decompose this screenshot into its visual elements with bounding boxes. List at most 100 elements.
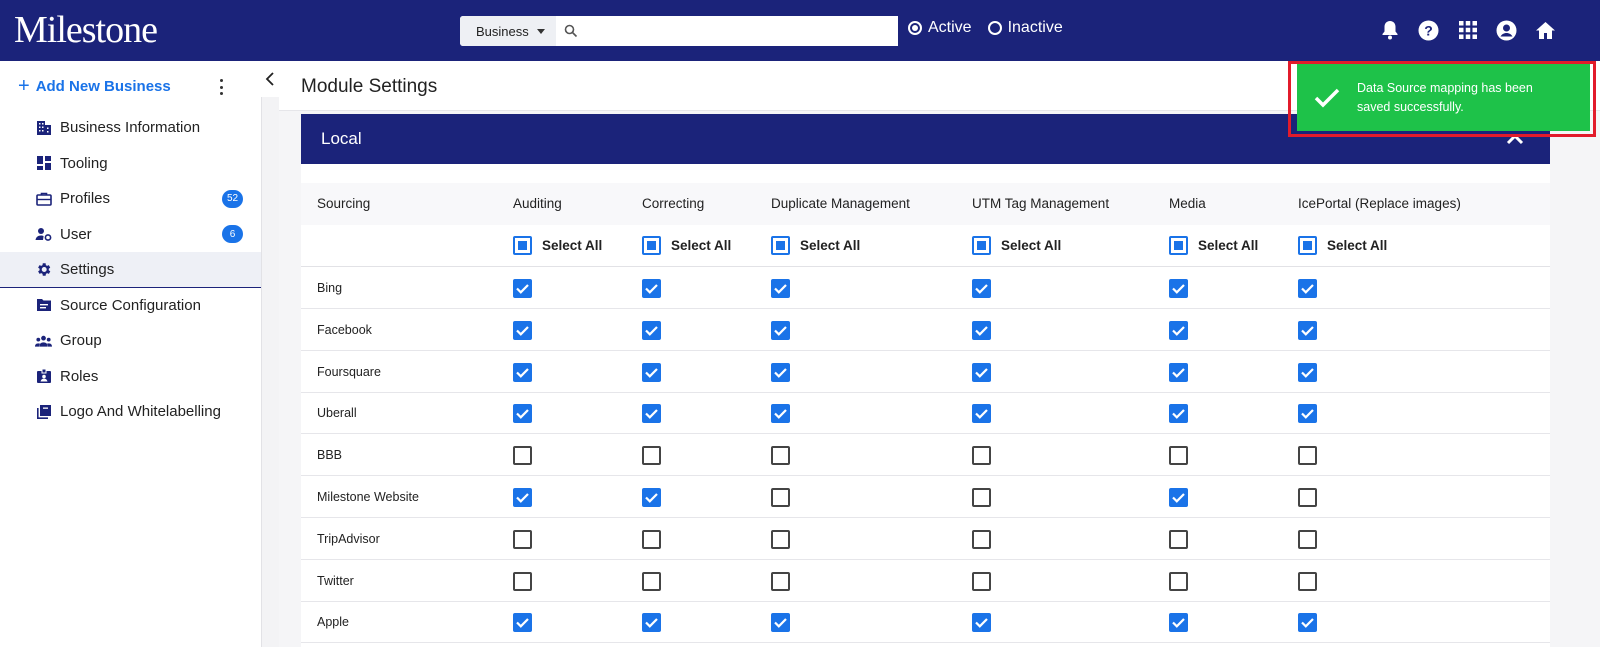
module-checkbox[interactable]	[1298, 488, 1317, 507]
module-checkbox[interactable]	[1298, 320, 1317, 340]
select-all-label: Select All	[1327, 238, 1388, 253]
select-all-label: Select All	[1001, 238, 1062, 253]
module-checkbox[interactable]	[513, 404, 532, 424]
module-checkbox[interactable]	[1169, 279, 1188, 298]
module-checkbox[interactable]	[972, 488, 991, 507]
module-checkbox[interactable]	[1298, 529, 1317, 549]
more-options-icon[interactable]	[216, 79, 226, 95]
sidebar-item-settings[interactable]: Settings	[0, 252, 261, 288]
module-checkbox[interactable]	[972, 613, 991, 633]
sidebar-item-roles[interactable]: Roles	[0, 359, 261, 395]
module-checkbox[interactable]	[1169, 488, 1188, 507]
home-icon[interactable]	[1535, 18, 1556, 42]
sidebar-item-group[interactable]: Group	[0, 323, 261, 359]
module-checkbox[interactable]	[513, 529, 532, 549]
module-checkbox[interactable]	[1169, 613, 1188, 633]
radio-unselected-icon	[987, 21, 1002, 35]
module-checkbox[interactable]	[972, 446, 991, 466]
table-row: BBB	[301, 434, 1550, 477]
sidebar-item-tooling[interactable]: Tooling	[0, 146, 261, 182]
select-all-media[interactable]: Select All	[1169, 236, 1258, 255]
sidebar-item-label: User	[60, 225, 92, 243]
apps-grid-icon[interactable]	[1457, 18, 1478, 42]
sidebar-gutter	[261, 61, 279, 647]
module-checkbox[interactable]	[513, 446, 532, 466]
library-icon	[35, 403, 52, 420]
module-checkbox[interactable]	[771, 613, 790, 633]
module-checkbox[interactable]	[1169, 571, 1188, 591]
search-input[interactable]	[586, 16, 898, 46]
module-checkbox[interactable]	[771, 404, 790, 424]
module-checkbox[interactable]	[513, 362, 532, 382]
module-checkbox[interactable]	[771, 446, 790, 466]
active-radio[interactable]: Active	[908, 19, 972, 37]
source-name: Apple	[317, 615, 349, 630]
sidebar-item-profiles[interactable]: Profiles 52	[0, 181, 261, 217]
select-all-auditing[interactable]: Select All	[513, 236, 602, 255]
module-checkbox[interactable]	[972, 529, 991, 549]
module-checkbox[interactable]	[642, 404, 661, 424]
sidebar-item-label: Logo And Whitelabelling	[60, 403, 221, 421]
module-checkbox[interactable]	[771, 488, 790, 507]
search-category-dropdown[interactable]: Business	[460, 16, 556, 46]
success-toast[interactable]: Data Source mapping has been saved succe…	[1297, 64, 1590, 131]
module-checkbox[interactable]	[771, 320, 790, 340]
module-checkbox[interactable]	[642, 279, 661, 298]
select-all-iceportal[interactable]: Select All	[1298, 236, 1387, 255]
module-checkbox[interactable]	[642, 362, 661, 382]
select-all-utm-tag-management[interactable]: Select All	[972, 236, 1061, 255]
table-row: Bing	[301, 267, 1550, 309]
module-checkbox[interactable]	[972, 404, 991, 424]
active-radio-label: Active	[928, 19, 972, 36]
module-checkbox[interactable]	[513, 279, 532, 298]
module-checkbox[interactable]	[972, 362, 991, 382]
module-checkbox[interactable]	[771, 362, 790, 382]
module-checkbox[interactable]	[513, 613, 532, 633]
module-checkbox[interactable]	[771, 529, 790, 549]
module-checkbox[interactable]	[1298, 571, 1317, 591]
module-checkbox[interactable]	[972, 320, 991, 340]
module-checkbox[interactable]	[771, 279, 790, 298]
module-checkbox[interactable]	[1298, 404, 1317, 424]
table-header-row: Sourcing Auditing Correcting Duplicate M…	[301, 183, 1550, 225]
sidebar-item-source-configuration[interactable]: Source Configuration	[0, 288, 261, 324]
select-all-correcting[interactable]: Select All	[642, 236, 731, 255]
collapse-sidebar-button[interactable]	[261, 61, 279, 97]
module-checkbox[interactable]	[1298, 446, 1317, 466]
sidebar-item-business-information[interactable]: Business Information	[0, 110, 261, 146]
add-new-business-button[interactable]: + Add New Business	[18, 75, 171, 98]
milestone-logo[interactable]: Milestone	[14, 8, 158, 52]
module-checkbox[interactable]	[513, 571, 532, 591]
module-checkbox[interactable]	[513, 320, 532, 340]
select-all-duplicate-management[interactable]: Select All	[771, 236, 860, 255]
module-checkbox[interactable]	[1298, 362, 1317, 382]
bell-icon[interactable]	[1379, 18, 1400, 42]
module-checkbox[interactable]	[642, 571, 661, 591]
module-checkbox[interactable]	[642, 446, 661, 466]
sidebar-item-label: Settings	[60, 260, 115, 278]
module-checkbox[interactable]	[642, 529, 661, 549]
module-checkbox[interactable]	[642, 488, 661, 507]
module-checkbox[interactable]	[972, 571, 991, 591]
module-checkbox[interactable]	[1169, 320, 1188, 340]
sidebar-item-logo-whitelabelling[interactable]: Logo And Whitelabelling	[0, 394, 261, 430]
module-checkbox[interactable]	[513, 488, 532, 507]
module-checkbox[interactable]	[1298, 279, 1317, 298]
account-icon[interactable]	[1496, 18, 1517, 42]
module-checkbox[interactable]	[1298, 613, 1317, 633]
source-name: Milestone Website	[317, 490, 419, 504]
help-icon[interactable]: ?	[1418, 18, 1439, 42]
module-checkbox[interactable]	[642, 320, 661, 340]
module-checkbox[interactable]	[972, 279, 991, 298]
module-checkbox[interactable]	[642, 613, 661, 633]
module-checkbox[interactable]	[1169, 529, 1188, 549]
module-checkbox[interactable]	[771, 571, 790, 591]
inactive-radio[interactable]: Inactive	[987, 19, 1063, 37]
table-row: Uberall	[301, 392, 1550, 435]
module-checkbox[interactable]	[1169, 362, 1188, 382]
sidebar-item-user[interactable]: User 6	[0, 217, 261, 253]
module-checkbox[interactable]	[1169, 446, 1188, 466]
module-checkbox[interactable]	[1169, 404, 1188, 424]
sidebar-item-label: Tooling	[60, 154, 108, 172]
indeterminate-checkbox-icon	[642, 236, 661, 255]
